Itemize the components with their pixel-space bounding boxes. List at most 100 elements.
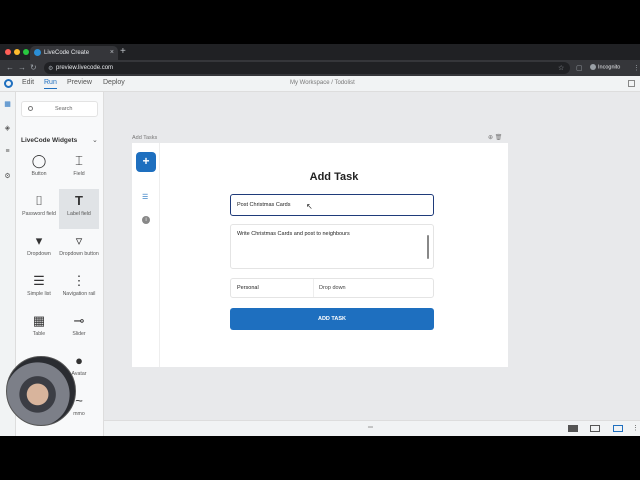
layers-icon[interactable]: ◈	[3, 124, 12, 133]
card-toolbar: ⊕ 🗑	[488, 134, 502, 141]
browser-address-row: ← → ↻ ⚙ preview.livecode.com ☆ ▢ Incogni…	[0, 60, 640, 76]
avatar-icon: ●	[75, 353, 83, 368]
widget-password-field[interactable]: ⌷ Password field	[19, 189, 59, 229]
description-textarea[interactable]: Write Christmas Cards and post to neighb…	[230, 224, 434, 269]
add-fab-button[interactable]: +	[136, 152, 156, 172]
back-icon[interactable]: ←	[6, 63, 14, 72]
mobile-view-icon[interactable]	[613, 425, 623, 432]
dropdown-icon: ▾	[35, 233, 43, 248]
close-tab-icon[interactable]: ×	[110, 49, 114, 56]
chevron-down-icon[interactable]: ⌄	[92, 136, 98, 144]
new-tab-icon[interactable]: +	[120, 46, 126, 57]
widget-label: Dropdown button	[59, 251, 99, 257]
star-icon[interactable]: ☆	[558, 64, 564, 72]
resize-handle-icon[interactable]: ═	[368, 424, 373, 431]
textarea-scrollbar[interactable]	[427, 235, 429, 259]
mouse-cursor-icon: ↖	[306, 202, 313, 211]
navigation-rail-icon: ⋮	[72, 273, 86, 288]
incognito-icon	[590, 64, 596, 70]
tab-deploy[interactable]: Deploy	[103, 79, 125, 86]
widget-label: Navigation rail	[62, 291, 96, 297]
add-tasks-card: + ☰ i Add Task Post Christmas Cards ↖ Wr…	[132, 143, 508, 367]
app-toolbar: Edit Run Preview Deploy My Workspace / T…	[0, 76, 640, 92]
minimize-window-button[interactable]	[14, 49, 20, 55]
widget-label: Field	[73, 171, 85, 177]
forward-icon[interactable]: →	[18, 63, 26, 72]
add-task-button[interactable]: ADD TASK	[230, 308, 434, 330]
widget-label-field[interactable]: T Label field	[59, 189, 99, 229]
more-options-icon[interactable]: ⋮	[632, 424, 639, 432]
site-info-icon[interactable]: ⚙	[48, 65, 53, 72]
widget-field[interactable]: ⌶ Field	[59, 149, 99, 189]
widget-button[interactable]: ◯ Button	[19, 149, 59, 189]
list-icon[interactable]: ≡	[3, 148, 12, 157]
label-field-icon: T	[75, 193, 83, 208]
widget-label: Table	[32, 331, 46, 337]
widget-label: Button	[31, 171, 47, 177]
search-icon	[28, 106, 33, 111]
incognito-badge[interactable]: Incognito	[590, 64, 620, 70]
address-bar[interactable]: ⚙ preview.livecode.com	[44, 62, 570, 74]
widget-table[interactable]: ▦ Table	[19, 309, 59, 349]
widget-dropdown[interactable]: ▾ Dropdown	[19, 229, 59, 269]
browser-tab[interactable]: LiveCode Create ×	[30, 46, 118, 60]
navigation-rail: + ☰ i	[132, 143, 160, 367]
reload-icon[interactable]: ↻	[30, 63, 37, 72]
widget-label: Dropdown	[27, 251, 51, 257]
tab-run[interactable]: Run	[44, 79, 57, 89]
widget-label: Label field	[67, 211, 91, 217]
screen-recording: LiveCode Create × + ← → ↻ ⚙ preview.live…	[0, 44, 640, 436]
browser-tab-strip: LiveCode Create × +	[0, 44, 640, 60]
incognito-label: Incognito	[598, 64, 621, 71]
search-placeholder: Search	[55, 106, 73, 112]
tab-edit[interactable]: Edit	[22, 79, 34, 86]
info-icon[interactable]: i	[142, 216, 150, 224]
palette-section-title: LiveCode Widgets	[21, 137, 78, 144]
url-text: preview.livecode.com	[56, 65, 114, 71]
table-icon: ▦	[32, 313, 46, 328]
livecode-favicon-icon	[34, 49, 41, 56]
presenter-webcam	[6, 356, 76, 426]
task-name-input[interactable]: Post Christmas Cards	[230, 194, 434, 216]
widget-label: mmo	[73, 411, 85, 417]
maximize-window-button[interactable]	[23, 49, 29, 55]
widget-dropdown-button[interactable]: ▿ Dropdown button	[59, 229, 99, 269]
menu-icon[interactable]: ⋮	[633, 64, 640, 72]
description-text: Write Christmas Cards and post to neighb…	[237, 231, 350, 237]
category-divider	[313, 279, 314, 297]
password-field-icon: ⌷	[35, 193, 43, 208]
search-input[interactable]: Search	[21, 101, 98, 117]
category-row: Personal Drop down	[230, 278, 434, 298]
trash-icon[interactable]: 🗑	[495, 135, 503, 141]
card-label: Add Tasks	[132, 135, 158, 141]
tablet-view-icon[interactable]	[590, 425, 600, 432]
widget-simple-list[interactable]: ☰ Simple list	[19, 269, 59, 309]
settings-icon[interactable]: ⚙	[3, 172, 12, 181]
widget-navigation-rail[interactable]: ⋮ Navigation rail	[59, 269, 99, 309]
widget-label: Avatar	[71, 371, 87, 377]
slider-icon: ⊸	[73, 313, 85, 328]
widget-label: Simple list	[27, 291, 51, 297]
add-circle-icon[interactable]: ⊕	[488, 135, 493, 141]
tab-preview[interactable]: Preview	[67, 79, 92, 86]
field-icon: ⌶	[75, 153, 83, 168]
desktop-view-icon[interactable]	[568, 425, 578, 432]
workspace-breadcrumb[interactable]: My Workspace / Todolist	[290, 80, 355, 86]
design-canvas: Add Tasks ⊕ 🗑 + ☰ i Add Task Post Christ…	[104, 92, 640, 420]
panel-toggle-icon[interactable]	[628, 80, 635, 87]
widget-slider[interactable]: ⊸ Slider	[59, 309, 99, 349]
widget-label: Slider	[72, 331, 86, 337]
close-window-button[interactable]	[5, 49, 11, 55]
dropdown-button-icon: ▿	[75, 233, 83, 248]
widgets-icon[interactable]: ▦	[3, 100, 12, 109]
form-title: Add Task	[309, 171, 359, 183]
sidepanel-icon[interactable]: ▢	[576, 64, 583, 72]
button-icon: ◯	[31, 153, 47, 168]
list-icon[interactable]: ☰	[142, 193, 148, 201]
widget-label: Password field	[22, 211, 56, 217]
livecode-logo-icon[interactable]	[4, 79, 13, 88]
category-dropdown[interactable]: Drop down	[319, 285, 346, 291]
tab-title: LiveCode Create	[44, 50, 90, 56]
canvas-footer: ═ ⋮	[104, 420, 640, 436]
list-icon: ☰	[33, 273, 45, 288]
